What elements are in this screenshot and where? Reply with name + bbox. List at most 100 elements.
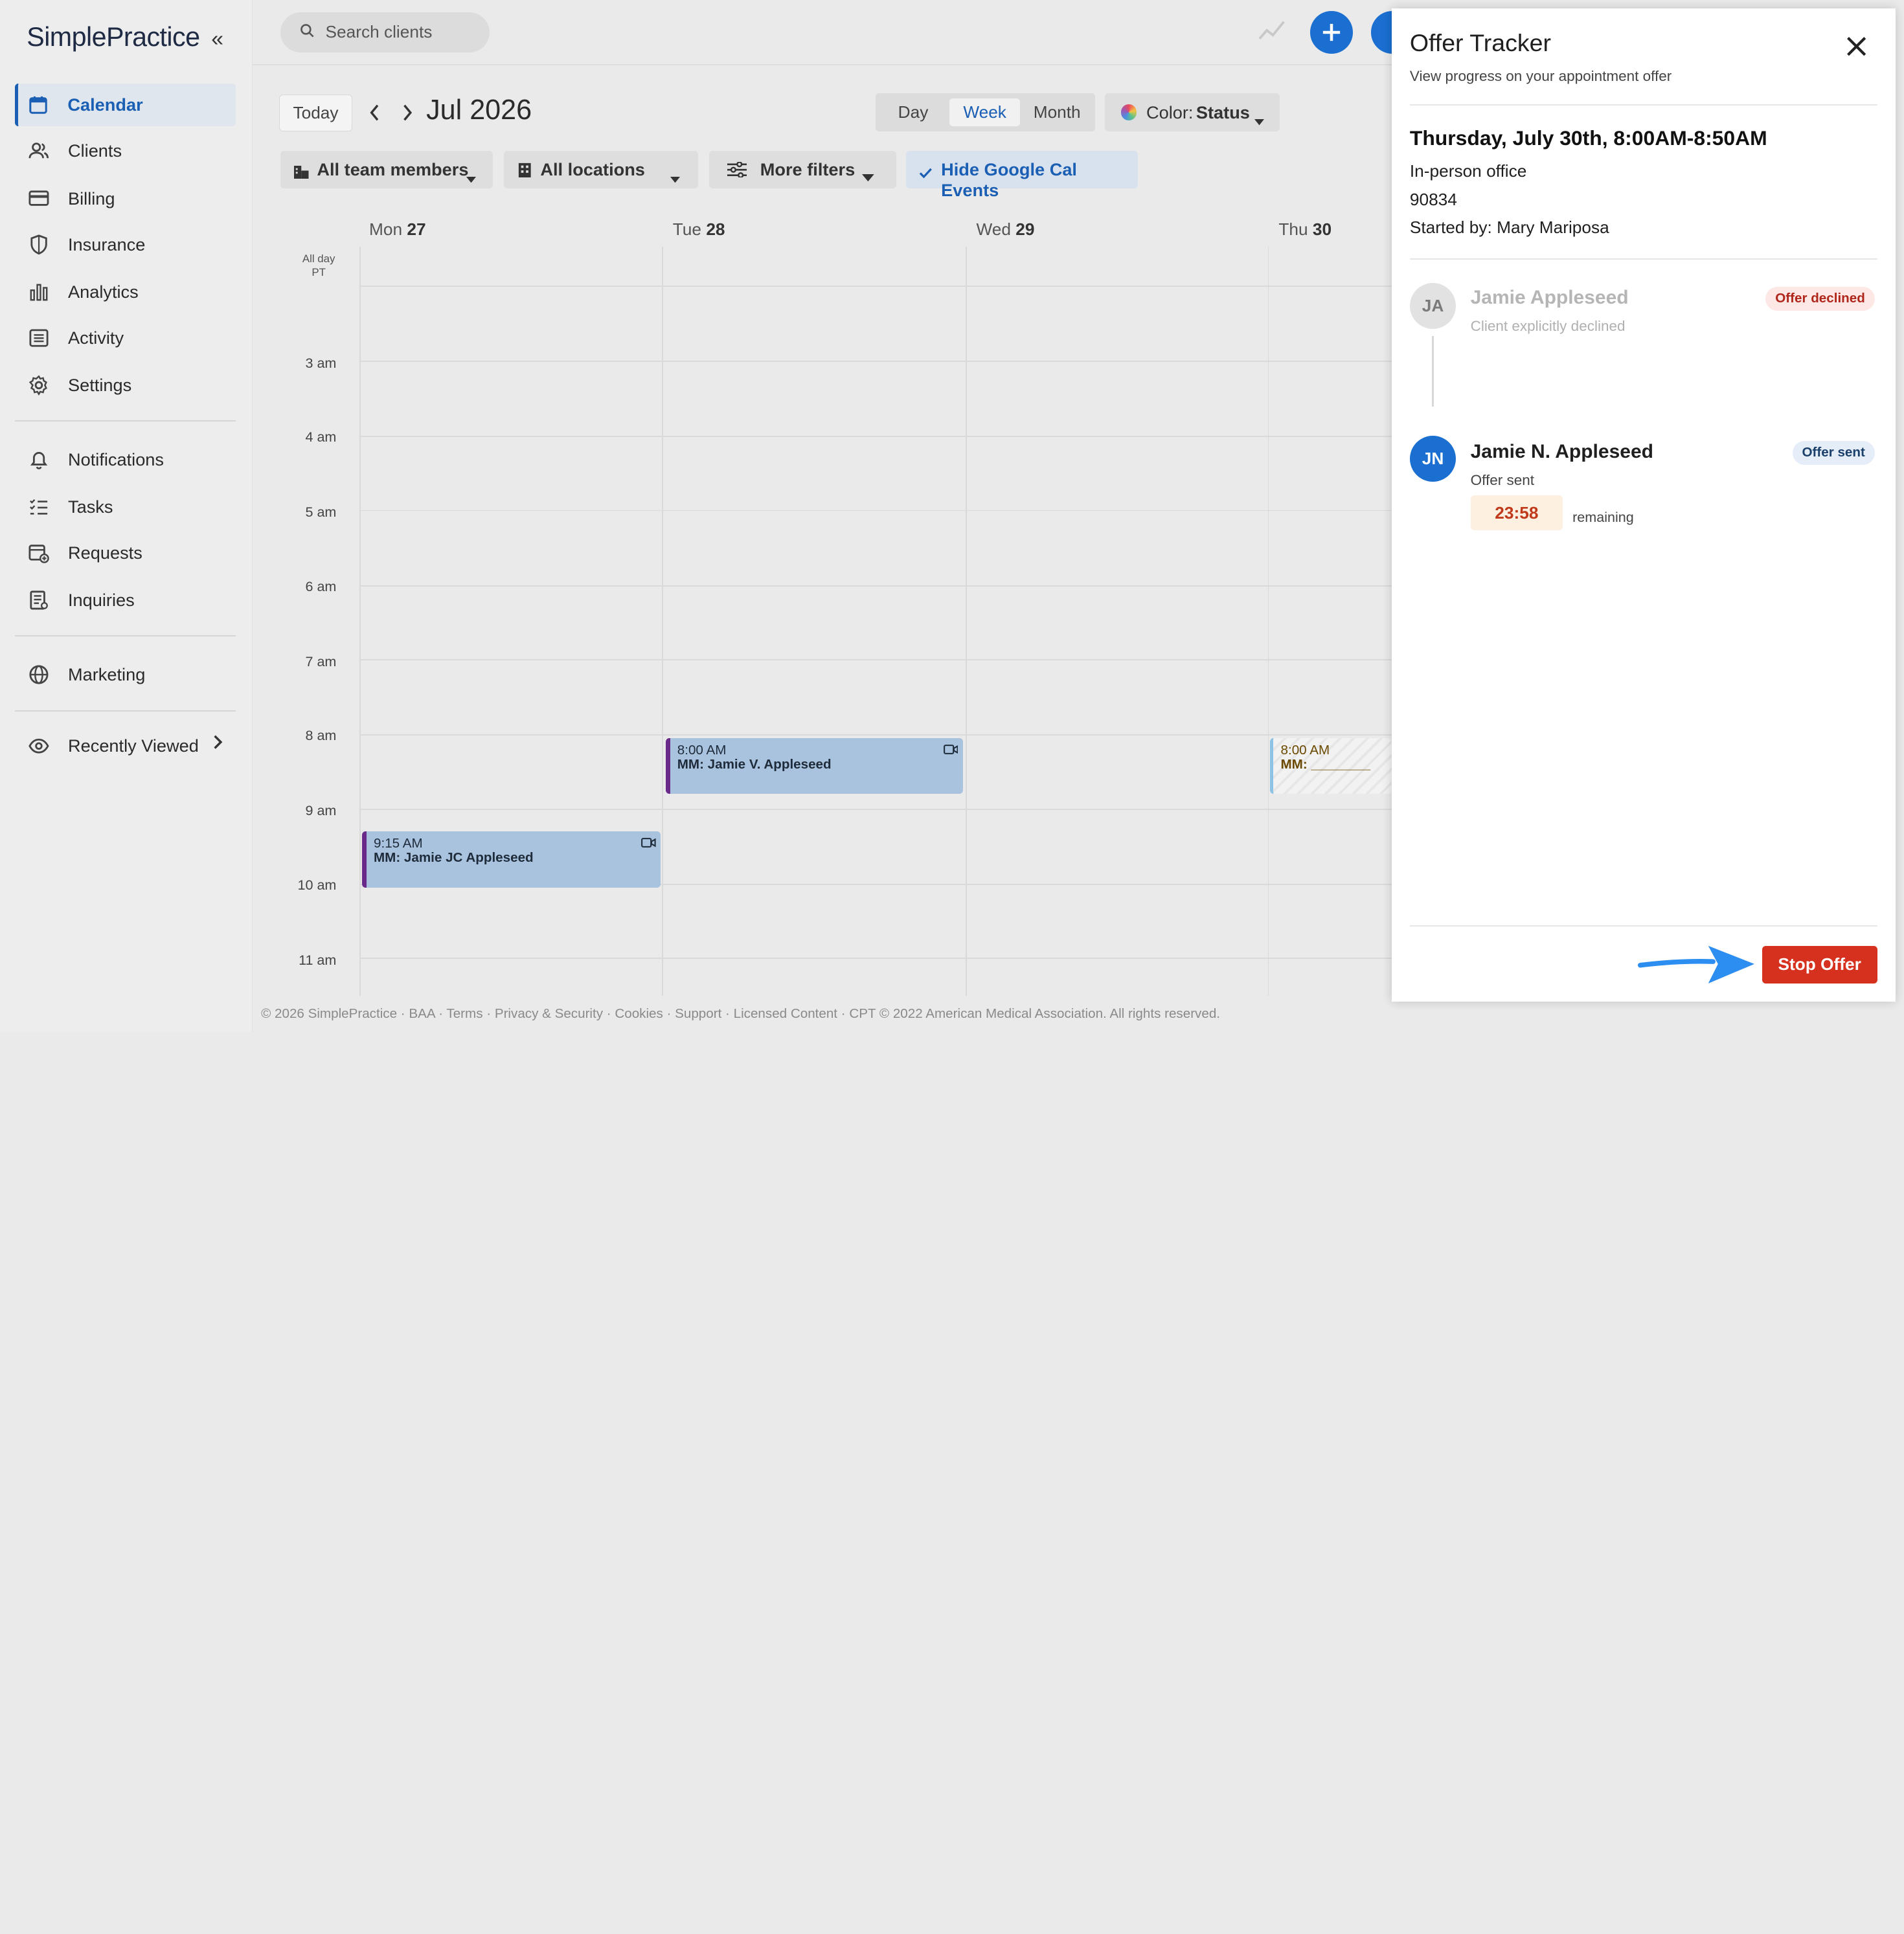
collapse-sidebar-icon[interactable]: « <box>211 27 223 52</box>
countdown-timer: 23:58 <box>1470 495 1563 531</box>
more-filters-label: More filters <box>760 159 856 179</box>
caret-down-icon <box>670 166 680 187</box>
hour-label: 3 am <box>305 354 337 371</box>
stop-offer-button[interactable]: Stop Offer <box>1762 945 1877 984</box>
grid-column-line <box>1267 246 1269 996</box>
caret-down-icon <box>466 166 476 187</box>
sidebar-item-label: Analytics <box>68 281 139 302</box>
clipboard-icon <box>27 588 51 613</box>
client-name[interactable]: Jamie Appleseed <box>1471 287 1629 309</box>
shield-icon <box>27 232 51 257</box>
view-day-button[interactable]: Day <box>883 98 944 126</box>
event-time: 8:00 AM <box>677 742 727 758</box>
sidebar-item-insurance[interactable]: Insurance <box>15 223 236 266</box>
status-badge: Offer sent <box>1792 440 1875 466</box>
video-icon <box>641 837 656 851</box>
day-name: Wed <box>976 219 1012 240</box>
day-header-thu[interactable]: Thu 30 <box>1278 219 1332 240</box>
users-icon <box>27 139 51 164</box>
week-grid: Mon 27 Tue 28 Wed 29 Thu 30 All day PT 3… <box>279 212 1394 996</box>
arrow-pointer-icon <box>1638 943 1757 993</box>
offer-tracker-panel: Offer Tracker View progress on your appo… <box>1391 8 1896 1002</box>
pending-offer-event[interactable]: 8:00 AM MM: ________ <box>1270 738 1392 794</box>
sidebar-item-recently-viewed[interactable]: Recently Viewed <box>15 725 236 767</box>
caret-down-icon <box>862 165 874 186</box>
timer-suffix: remaining <box>1572 508 1634 525</box>
client-status: Offer sent <box>1470 472 1535 489</box>
globe-icon <box>27 662 51 687</box>
next-week-icon[interactable] <box>400 103 414 128</box>
team-members-filter[interactable]: All team members <box>280 150 493 188</box>
view-week-button[interactable]: Week <box>949 98 1020 126</box>
hour-label: 5 am <box>305 504 337 521</box>
hour-line <box>359 808 1394 810</box>
sidebar-item-analytics[interactable]: Analytics <box>15 271 236 313</box>
day-header-mon[interactable]: Mon 27 <box>369 219 426 240</box>
sidebar-item-tasks[interactable]: Tasks <box>15 486 236 528</box>
tasks-icon <box>27 495 51 519</box>
appointment-code: 90834 <box>1409 189 1457 209</box>
trend-icon[interactable] <box>1258 18 1285 48</box>
day-header-tue[interactable]: Tue 28 <box>673 219 725 240</box>
sidebar-item-label: Clients <box>68 141 122 161</box>
locations-filter[interactable]: All locations <box>504 150 699 188</box>
hide-google-events-toggle[interactable]: Hide Google Cal Events <box>905 150 1138 200</box>
calendar-icon <box>27 93 51 117</box>
sidebar-item-requests[interactable]: Requests <box>15 532 236 574</box>
search-icon <box>300 22 315 42</box>
all-day-label: All day PT <box>291 253 346 279</box>
sidebar-item-inquiries[interactable]: Inquiries <box>15 579 236 622</box>
sidebar-item-billing[interactable]: Billing <box>15 177 236 220</box>
day-name: Thu <box>1278 219 1308 240</box>
sliders-icon <box>727 161 747 182</box>
team-filter-label: All team members <box>317 159 469 179</box>
appointment-event[interactable]: 9:15 AM MM: Jamie JC Appleseed <box>361 831 661 888</box>
sidebar-item-calendar[interactable]: Calendar <box>14 84 236 126</box>
sidebar-item-marketing[interactable]: Marketing <box>15 653 236 696</box>
day-number: 29 <box>1015 219 1035 240</box>
hour-label: 7 am <box>305 653 337 669</box>
panel-title: Offer Tracker <box>1409 29 1551 56</box>
app-logo[interactable]: SimplePractice <box>27 22 200 52</box>
sidebar-item-label: Notifications <box>68 449 164 469</box>
close-icon[interactable] <box>1843 33 1870 65</box>
sidebar-item-notifications[interactable]: Notifications <box>15 438 236 481</box>
calendar-plus-icon <box>27 541 51 565</box>
panel-divider <box>1409 925 1877 927</box>
sidebar-item-clients[interactable]: Clients <box>15 130 236 173</box>
locations-filter-label: All locations <box>540 159 645 179</box>
color-by-dropdown[interactable]: Color: Status <box>1105 93 1280 131</box>
topbar-divider <box>253 64 1394 66</box>
hour-line <box>359 958 1394 960</box>
sidebar-item-label: Activity <box>68 328 124 348</box>
color-value: Status <box>1196 102 1250 122</box>
client-name[interactable]: Jamie N. Appleseed <box>1471 441 1653 463</box>
hour-label: 9 am <box>305 802 337 819</box>
color-label: Color: <box>1146 102 1194 122</box>
team-icon <box>293 163 310 183</box>
add-button[interactable] <box>1310 10 1353 54</box>
today-button[interactable]: Today <box>279 95 352 131</box>
sidebar-item-settings[interactable]: Settings <box>15 365 236 407</box>
sidebar-item-activity[interactable]: Activity <box>15 317 236 359</box>
search-input[interactable]: Search clients <box>280 12 490 52</box>
chevron-right-icon[interactable] <box>211 734 223 755</box>
footer-text: © 2026 SimplePractice · BAA · Terms · Pr… <box>261 1006 1221 1022</box>
view-month-button[interactable]: Month <box>1024 98 1091 126</box>
panel-subtitle: View progress on your appointment offer <box>1409 68 1672 84</box>
day-number: 28 <box>706 219 725 240</box>
day-header-wed[interactable]: Wed 29 <box>977 219 1035 240</box>
hide-google-events-label: Hide Google Cal Events <box>941 159 1077 200</box>
prev-week-icon[interactable] <box>368 103 383 128</box>
month-title: Jul 2026 <box>426 95 532 126</box>
color-wheel-icon <box>1120 104 1137 120</box>
credit-card-icon <box>27 186 51 211</box>
allday-row-line <box>359 285 1394 287</box>
more-filters-button[interactable]: More filters <box>709 150 896 188</box>
appointment-event[interactable]: 8:00 AM MM: Jamie V. Appleseed <box>665 738 963 794</box>
event-title: MM: ________ <box>1280 757 1371 772</box>
eye-icon <box>27 734 51 758</box>
sidebar-item-label: Settings <box>68 375 132 396</box>
event-time: 9:15 AM <box>374 835 423 851</box>
appointment-location: In-person office <box>1409 161 1527 181</box>
